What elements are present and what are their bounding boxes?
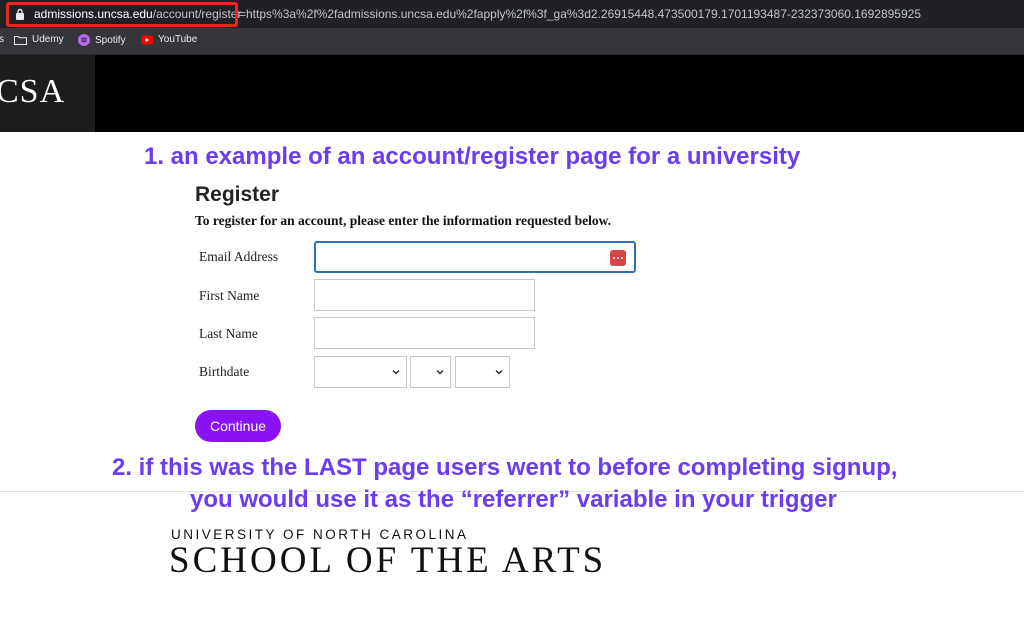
password-manager-icon[interactable] [610,250,626,266]
page-title: Register [195,183,280,206]
folder-icon [14,35,27,45]
url-query: r=https%3a%2f%2fadmissions.uncsa.edu%2fa… [235,7,921,21]
site-logo[interactable]: CSA [0,55,95,132]
annotation-note-1: 1. an example of an account/register pag… [144,143,801,170]
annotation-note-2-line-1: 2. if this was the LAST page users went … [112,454,898,481]
last-name-label: Last Name [199,326,258,341]
birth-day-select[interactable] [410,356,451,388]
bookmark-udemy[interactable]: Udemy [14,34,64,45]
bookmark-label: Udemy [32,34,64,45]
birth-year-select[interactable] [455,356,510,388]
site-header: CSA [0,55,1024,132]
birthdate-label: Birthdate [199,364,250,379]
form-instructions: To register for an account, please enter… [195,213,611,228]
first-name-label: First Name [199,288,260,303]
email-field[interactable] [314,241,636,273]
bookmark-youtube[interactable]: YouTube [141,34,197,45]
bookmark-label: s [0,34,4,45]
browser-url-bar[interactable]: admissions.uncsa.edu/account/register r=… [0,0,1024,28]
youtube-icon [141,35,153,44]
bookmark-label: Spotify [95,34,126,46]
bookmark-spotify[interactable]: Spotify [78,34,126,46]
annotation-note-2-line-2: you would use it as the “referrer” varia… [190,486,837,513]
email-label: Email Address [199,249,279,264]
chevron-down-icon [436,370,444,375]
first-name-field[interactable] [314,279,535,311]
footer-logo-title: SCHOOL OF THE ARTS [169,540,607,581]
chevron-down-icon [495,370,503,375]
annotation-highlight-box [6,2,238,27]
logo-text: CSA [0,73,66,110]
bookmarks-bar: s Udemy Spotify YouTube [0,28,1024,55]
last-name-field[interactable] [314,317,535,349]
chevron-down-icon [392,370,400,375]
spotify-icon [78,34,90,46]
birth-month-select[interactable] [314,356,407,388]
continue-button[interactable]: Continue [195,410,281,442]
bookmark-label: YouTube [158,34,198,45]
bookmark-partial[interactable]: s [0,34,4,45]
